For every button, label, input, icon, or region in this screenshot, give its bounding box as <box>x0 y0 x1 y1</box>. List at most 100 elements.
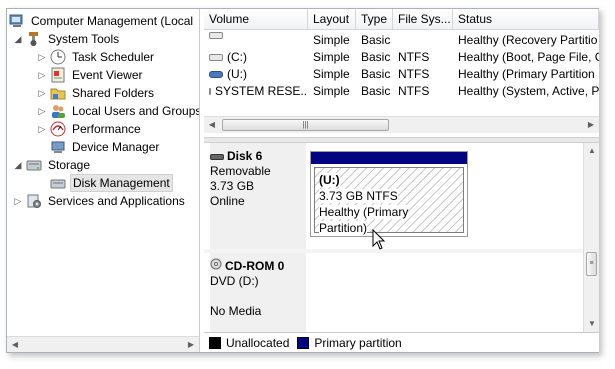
legend-item-unallocated: Unallocated <box>209 336 289 350</box>
volume-row[interactable]: (U:) Simple Basic NTFS Healthy (Primary … <box>204 66 599 83</box>
volume-name: (C:) <box>227 50 247 64</box>
volume-usb-drive-icon <box>209 71 223 78</box>
tree-label: Services and Applications <box>48 194 185 208</box>
volume-row[interactable]: (C:) Simple Basic NTFS Healthy (Boot, Pa… <box>204 49 599 66</box>
tree-item-local-users[interactable]: ▷ Local Users and Groups <box>37 102 199 120</box>
tree-item-task-scheduler[interactable]: ▷ Task Scheduler <box>37 48 156 66</box>
scroll-right-arrow-icon[interactable]: ▶ <box>583 117 599 133</box>
tree-item-system-tools[interactable]: ◢ System Tools <box>13 30 121 48</box>
disk-name: CD-ROM 0 <box>225 258 285 273</box>
disk-row: Disk 6 Removable 3.73 GB Online (U:) 3.7… <box>204 143 584 249</box>
volume-layout: Simple <box>313 67 350 81</box>
unallocated-swatch <box>209 336 221 349</box>
volume-type: Basic <box>361 84 391 98</box>
volume-filesystem: NTFS <box>398 67 430 81</box>
performance-icon <box>50 121 66 137</box>
shared-folder-icon <box>50 85 66 101</box>
collapsed-triangle-icon[interactable]: ▷ <box>37 84 47 102</box>
partition-letter: (U:) <box>319 173 340 187</box>
tree-label: Performance <box>72 122 141 136</box>
tree-label: Shared Folders <box>72 86 155 100</box>
device-manager-icon <box>50 139 66 155</box>
event-viewer-icon <box>50 67 66 83</box>
tree-label: Task Scheduler <box>72 50 155 64</box>
volume-list-horizontal-scrollbar[interactable]: ◀ ||| ▶ <box>204 116 599 133</box>
column-header-layout[interactable]: Layout <box>308 9 356 30</box>
tree-item-disk-management[interactable]: Disk Management <box>50 174 173 192</box>
tree-label: Disk Management <box>70 174 173 192</box>
tree-label: System Tools <box>48 32 120 46</box>
primary-partition-bar <box>311 152 467 164</box>
volume-name: (U:) <box>227 67 247 81</box>
disk-view-vertical-scrollbar[interactable]: ▲ ≡ ▼ <box>583 143 599 332</box>
column-header-volume[interactable]: Volume <box>204 9 308 30</box>
legend-item-primary: Primary partition <box>297 335 402 350</box>
tree-horizontal-scrollbar[interactable]: ◀ ▶ <box>7 336 199 352</box>
volume-type: Basic <box>361 67 391 81</box>
volume-layout: Simple <box>313 33 350 47</box>
collapsed-triangle-icon[interactable]: ▷ <box>37 120 47 138</box>
volume-row[interactable]: SYSTEM RESE... Simple Basic NTFS Healthy… <box>204 83 599 100</box>
disk-kind: Removable <box>210 164 271 178</box>
scrollbar-thumb[interactable]: ||| <box>222 119 389 131</box>
volume-status: Healthy (Recovery Partitio <box>458 33 598 47</box>
expanded-triangle-icon[interactable]: ◢ <box>13 30 23 48</box>
scrollbar-thumb[interactable]: ≡ <box>586 252 597 276</box>
tree-item-shared-folders[interactable]: ▷ Shared Folders <box>37 84 156 102</box>
mouse-cursor-icon <box>372 229 386 250</box>
tree-label: Event Viewer <box>72 68 143 82</box>
services-icon <box>26 193 42 209</box>
volume-drive-icon <box>209 32 223 39</box>
volume-type: Basic <box>361 33 391 47</box>
computer-management-icon <box>9 13 25 29</box>
removable-disk-icon <box>210 153 224 160</box>
volume-row[interactable]: Simple Basic Healthy (Recovery Partitio <box>204 32 599 49</box>
users-icon <box>50 103 66 119</box>
collapsed-triangle-icon[interactable]: ▷ <box>37 48 47 66</box>
volume-status: Healthy (Boot, Page File, C <box>458 50 599 64</box>
partition-details[interactable]: (U:) 3.73 GB NTFS Healthy (Primary Parti… <box>314 167 464 235</box>
scroll-left-arrow-icon[interactable]: ◀ <box>204 117 220 133</box>
scroll-up-arrow-icon[interactable]: ▲ <box>584 143 600 159</box>
tree-label: Storage <box>48 158 91 172</box>
primary-partition-swatch <box>297 336 310 349</box>
system-tools-icon <box>26 31 42 47</box>
navigation-tree: Computer Management (Local ◢ System Tool… <box>7 9 200 352</box>
disk-size: 3.73 GB <box>210 179 255 193</box>
disk-state: No Media <box>210 304 262 318</box>
disk-info-cdrom0[interactable]: CD-ROM 0 DVD (D:) No Media <box>210 253 306 332</box>
scroll-right-arrow-icon[interactable]: ▶ <box>183 337 199 352</box>
column-header-type[interactable]: Type <box>356 9 393 30</box>
disk-info-disk6[interactable]: Disk 6 Removable 3.73 GB Online <box>210 143 306 249</box>
tree-item-performance[interactable]: ▷ Performance <box>37 120 143 138</box>
disk-management-icon <box>50 175 66 191</box>
tree-item-computer-management[interactable]: Computer Management (Local <box>9 12 195 30</box>
expanded-triangle-icon[interactable]: ◢ <box>13 156 23 174</box>
scroll-left-arrow-icon[interactable]: ◀ <box>7 337 23 352</box>
storage-icon <box>26 157 42 173</box>
partition-block-u[interactable]: (U:) 3.73 GB NTFS Healthy (Primary Parti… <box>310 151 468 237</box>
collapsed-triangle-icon[interactable]: ▷ <box>37 102 47 120</box>
scroll-down-arrow-icon[interactable]: ▼ <box>584 316 600 332</box>
tree-item-device-manager[interactable]: Device Manager <box>50 138 161 156</box>
disk-view: Disk 6 Removable 3.73 GB Online (U:) 3.7… <box>204 143 599 332</box>
legend-label: Primary partition <box>314 335 402 350</box>
partition-size-fs: 3.73 GB NTFS <box>319 189 398 203</box>
tree-item-event-viewer[interactable]: ▷ Event Viewer <box>37 66 144 84</box>
collapsed-triangle-icon[interactable]: ▷ <box>37 66 47 84</box>
volume-status: Healthy (Primary Partition <box>458 67 595 81</box>
volume-layout: Simple <box>313 84 350 98</box>
content-pane: Volume Layout Type File Sys... Status Si… <box>204 9 599 352</box>
legend: Unallocated Primary partition <box>204 332 599 352</box>
volume-drive-icon <box>209 54 223 61</box>
disk-name: Disk 6 <box>227 149 263 163</box>
volume-status: Healthy (System, Active, P <box>458 84 599 98</box>
tree-item-storage[interactable]: ◢ Storage <box>13 156 92 174</box>
cdrom-icon <box>210 258 222 274</box>
column-header-status[interactable]: Status <box>453 9 599 30</box>
column-header-filesystem[interactable]: File Sys... <box>393 9 453 30</box>
collapsed-triangle-icon[interactable]: ▷ <box>13 192 23 210</box>
volume-type: Basic <box>361 50 391 64</box>
tree-item-services-apps[interactable]: ▷ Services and Applications <box>13 192 187 210</box>
volume-drive-icon <box>209 88 211 95</box>
